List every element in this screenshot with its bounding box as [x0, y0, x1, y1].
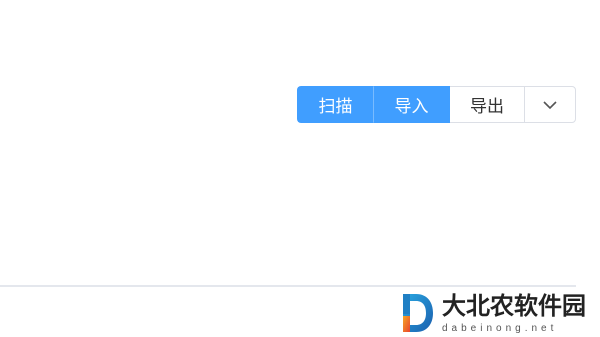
- chevron-down-icon: [543, 100, 557, 109]
- export-button[interactable]: 导出: [450, 86, 525, 123]
- more-options-dropdown-button[interactable]: [524, 86, 576, 123]
- action-button-group: 扫描 导入 导出: [297, 86, 576, 123]
- page: 扫描 导入 导出 大北农软件园 dabeinong.net: [0, 0, 600, 337]
- import-button[interactable]: 导入: [374, 86, 450, 123]
- watermark-title: 大北农软件园: [442, 291, 586, 320]
- import-button-label: 导入: [394, 97, 429, 117]
- export-button-label: 导出: [470, 97, 504, 117]
- watermark-text: 大北农软件园 dabeinong.net: [442, 292, 586, 336]
- watermark: 大北农软件园 dabeinong.net: [400, 292, 600, 337]
- d-letter-logo: [403, 294, 433, 332]
- scan-button-label: 扫描: [318, 97, 353, 117]
- scan-button[interactable]: 扫描: [297, 86, 374, 123]
- watermark-url: dabeinong.net: [442, 323, 558, 334]
- content-divider: [0, 285, 576, 287]
